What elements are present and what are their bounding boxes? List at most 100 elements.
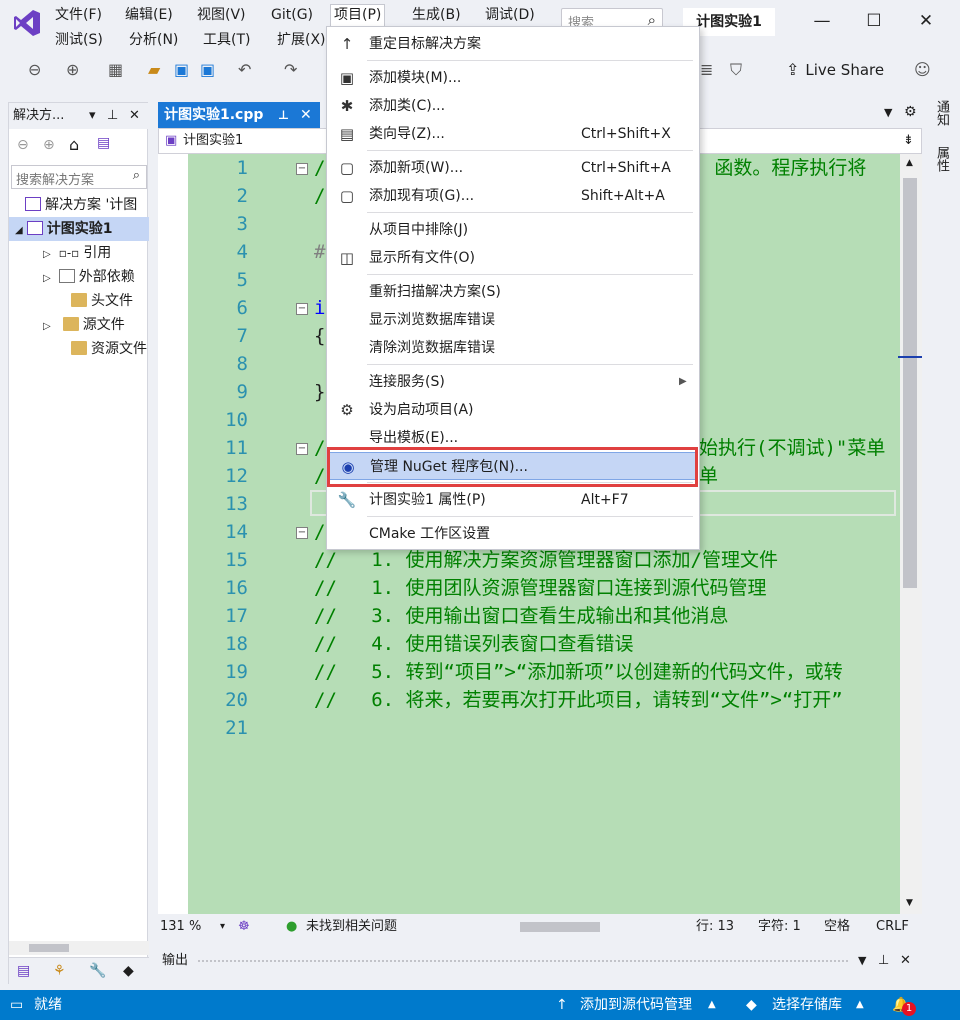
home-icon[interactable]: ⌂: [69, 135, 79, 154]
menu-tools[interactable]: 工具(T): [200, 30, 253, 50]
fold-toggle-icon[interactable]: −: [296, 527, 308, 539]
zoom-dropdown-icon[interactable]: ▾: [220, 914, 225, 940]
menu-project[interactable]: 项目(P): [330, 4, 386, 28]
vertical-scrollbar[interactable]: ▲ ▼: [900, 154, 922, 914]
project-menu-item[interactable]: 从项目中排除(J): [329, 216, 697, 244]
save-all-icon[interactable]: ▣: [200, 60, 215, 79]
menu-analyze[interactable]: 分析(N): [126, 30, 181, 50]
tree-label: 资源文件: [91, 341, 147, 357]
tree-source-files[interactable]: ▷ 源文件: [9, 313, 149, 337]
zoom-level[interactable]: 131 %: [160, 914, 201, 940]
project-menu-item[interactable]: ◫ 显示所有文件(O): [329, 244, 697, 272]
menu-edit[interactable]: 编辑(E): [122, 5, 176, 25]
dropdown-icon[interactable]: ▾: [89, 103, 96, 129]
project-menu-item[interactable]: ⚙ 设为启动项目(A): [329, 396, 697, 424]
maximize-button[interactable]: ☐: [854, 6, 894, 36]
bookmark-icon[interactable]: ⛉: [730, 60, 742, 80]
solution-icon: [25, 197, 41, 211]
back-icon[interactable]: ⊖: [17, 137, 29, 153]
close-icon[interactable]: ✕: [900, 948, 911, 974]
menu-extensions[interactable]: 扩展(X): [274, 30, 329, 50]
fold-toggle-icon[interactable]: −: [296, 443, 308, 455]
tree-label: 解决方案 '计图: [45, 197, 138, 213]
project-menu-item[interactable]: ▤ 类向导(Z)... Ctrl+Shift+X: [329, 120, 697, 148]
forward-icon[interactable]: ⊕: [43, 137, 55, 153]
settings-icon[interactable]: ⚙: [904, 104, 917, 120]
tree-external-deps[interactable]: ▷ 外部依赖: [9, 265, 149, 289]
minimize-button[interactable]: —: [802, 6, 842, 36]
project-menu-item[interactable]: 连接服务(S) ▶: [329, 368, 697, 396]
project-menu-item[interactable]: ▢ 添加现有项(G)... Shift+Alt+A: [329, 182, 697, 210]
properties-tab[interactable]: 属性: [932, 146, 951, 172]
format-icon[interactable]: ≣: [700, 60, 713, 79]
menu-git[interactable]: Git(G): [268, 5, 316, 25]
project-menu-item[interactable]: 清除浏览数据库错误: [329, 334, 697, 362]
project-menu-item[interactable]: 🔧 计图实验1 属性(P) Alt+F7: [329, 486, 697, 514]
undo-icon[interactable]: ↶: [238, 60, 251, 79]
solution-explorer-tab-icon[interactable]: ▤: [17, 963, 30, 979]
close-icon[interactable]: ✕: [129, 103, 140, 129]
tree-references[interactable]: ▷ ▫-▫ 引用: [9, 241, 149, 265]
char-indicator[interactable]: 字符: 1: [758, 914, 801, 940]
menu-build[interactable]: 生成(B): [409, 5, 464, 25]
redo-icon[interactable]: ↷: [284, 60, 297, 79]
intellicode-icon[interactable]: ☸: [238, 914, 250, 940]
back-icon[interactable]: ⊖: [28, 60, 41, 79]
folder-icon: [71, 341, 87, 355]
nav-scope: 计图实验1: [183, 133, 244, 148]
scroll-up-icon[interactable]: ▲: [906, 158, 913, 168]
tree-header-files[interactable]: 头文件: [9, 289, 149, 313]
drag-handle[interactable]: [198, 960, 848, 962]
horizontal-scroll-thumb[interactable]: [520, 922, 600, 932]
fold-toggle-icon[interactable]: −: [296, 163, 308, 175]
save-icon[interactable]: ▣: [174, 60, 189, 79]
menu-test[interactable]: 测试(S): [52, 30, 106, 50]
project-menu-item[interactable]: ▢ 添加新项(W)... Ctrl+Shift+A: [329, 154, 697, 182]
project-menu-item[interactable]: ▣ 添加模块(M)...: [329, 64, 697, 92]
eol-indicator[interactable]: CRLF: [876, 914, 909, 940]
line-number: 10: [225, 409, 248, 431]
pin-icon[interactable]: ⊥: [278, 102, 289, 128]
forward-icon[interactable]: ⊕: [66, 60, 79, 79]
whitespace-indicator[interactable]: 空格: [824, 914, 850, 940]
tree-project[interactable]: ◢ 计图实验1: [9, 217, 149, 241]
close-tab-icon[interactable]: ✕: [300, 102, 312, 128]
class-view-tab-icon[interactable]: ⚘: [53, 963, 66, 979]
menu-view[interactable]: 视图(V): [194, 5, 249, 25]
menu-file[interactable]: 文件(F): [52, 5, 105, 25]
tab-cpp-file[interactable]: 计图实验1.cpp ⊥ ✕: [158, 102, 320, 128]
live-share-button[interactable]: ⇪ Live Share: [786, 60, 884, 79]
git-changes-tab-icon[interactable]: ◆: [123, 963, 134, 979]
issues-text[interactable]: 未找到相关问题: [306, 914, 397, 940]
tree-resource-files[interactable]: 资源文件: [9, 337, 149, 361]
add-to-source-control[interactable]: 添加到源代码管理: [580, 990, 692, 1020]
feedback-icon[interactable]: ☺: [914, 60, 931, 79]
line-indicator[interactable]: 行: 13: [696, 914, 734, 940]
switch-views-icon[interactable]: ▤: [97, 135, 110, 151]
horizontal-scrollbar[interactable]: [9, 941, 149, 955]
scroll-thumb[interactable]: [29, 944, 69, 952]
project-menu-item[interactable]: ✱ 添加类(C)...: [329, 92, 697, 120]
tab-list-icon[interactable]: ▼: [884, 106, 892, 119]
project-menu-item[interactable]: 显示浏览数据库错误: [329, 306, 697, 334]
close-button[interactable]: ✕: [906, 6, 946, 36]
scroll-thumb[interactable]: [903, 178, 917, 588]
property-manager-tab-icon[interactable]: 🔧: [89, 963, 106, 979]
project-menu-item[interactable]: 重新扫描解决方案(S): [329, 278, 697, 306]
select-repository[interactable]: 选择存储库: [772, 990, 842, 1020]
tree-solution[interactable]: 解决方案 '计图: [9, 193, 149, 217]
new-project-icon[interactable]: ▦: [108, 60, 123, 79]
scroll-down-icon[interactable]: ▼: [906, 898, 913, 908]
open-icon[interactable]: ▰: [148, 60, 160, 79]
notifications-tab[interactable]: 通知: [932, 100, 951, 126]
split-icon[interactable]: ⇟: [903, 129, 914, 153]
dropdown-icon[interactable]: ▼: [858, 948, 866, 974]
solution-search-input[interactable]: 搜索解决方案 ⌕: [11, 165, 147, 189]
project-menu-item[interactable]: ↑ 重定目标解决方案: [329, 30, 697, 58]
fold-toggle-icon[interactable]: −: [296, 303, 308, 315]
pin-icon[interactable]: ⊥: [107, 103, 118, 129]
line-number: 2: [236, 185, 248, 207]
menu-debug[interactable]: 调试(D): [482, 5, 538, 25]
project-menu-item[interactable]: CMake 工作区设置: [329, 520, 697, 548]
pin-icon[interactable]: ⊥: [878, 948, 889, 974]
